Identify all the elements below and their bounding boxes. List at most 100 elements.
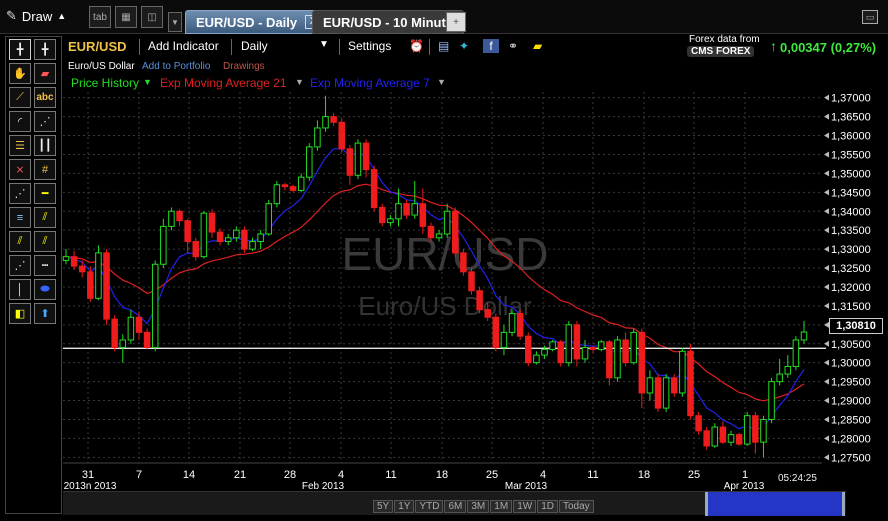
range-buttons: 5Y 1Y YTD 6M 3M 1M 1W 1D Today [373, 500, 594, 514]
range-button-1y[interactable]: 1Y [394, 500, 415, 513]
add-indicator-button[interactable]: Add Indicator [148, 39, 219, 53]
grid-layout-button[interactable]: ▦ [115, 6, 137, 28]
parallel-tool[interactable]: ⫽ [34, 207, 56, 228]
chevron-down-icon[interactable]: ▼ [319, 39, 329, 50]
watermark-symbol: EUR/USD [341, 228, 548, 280]
chevron-down-icon[interactable]: ▼ [437, 77, 446, 87]
new-tab-button[interactable]: + [446, 12, 466, 32]
candle-body [322, 116, 329, 129]
hand-icon: ✋ [13, 68, 27, 80]
range-button-3m[interactable]: 3M [467, 500, 490, 513]
legend-ema7[interactable]: Exp Moving Average 7 [310, 76, 430, 90]
ellipse-tool[interactable]: ⬬ [34, 279, 56, 300]
arc-icon: ◜ [17, 116, 23, 128]
settings-button[interactable]: Settings [348, 39, 391, 53]
candle-body [670, 377, 678, 394]
pan-tool[interactable]: ✋ [9, 63, 31, 84]
alarm-clock-icon[interactable]: ⏰ [409, 39, 424, 53]
range-button-1w[interactable]: 1W [513, 500, 537, 513]
binoculars-icon[interactable]: ⚭ [508, 39, 518, 53]
candle-body [443, 210, 451, 235]
fib-fan-tool[interactable]: ⋰ [34, 111, 56, 132]
gann-grid-tool[interactable]: # [34, 159, 56, 180]
crosshair-tool-alt[interactable]: ╋ [34, 39, 56, 60]
x-tick-label: 14 [183, 469, 195, 481]
time-navigator[interactable]: 5Y 1Y YTD 6M 3M 1M 1W 1D Today [63, 491, 846, 516]
tab-dropdown-button[interactable]: ▼ [168, 12, 182, 32]
note-icon[interactable]: ▰ [533, 39, 542, 53]
regression-tool[interactable]: ⫽ [34, 231, 56, 252]
symbol-title[interactable]: EUR/USD [68, 39, 127, 54]
candle-body [297, 176, 305, 191]
candle-body [257, 233, 264, 243]
drawings-link[interactable]: Drawings [223, 61, 265, 72]
candle-body [743, 415, 751, 445]
twitter-icon[interactable]: ✦ [459, 39, 469, 53]
candle-body [460, 252, 467, 273]
chevron-down-icon[interactable]: ▼ [295, 77, 304, 87]
add-to-portfolio-link[interactable]: Add to Portfolio [142, 61, 210, 72]
chevron-down-icon[interactable]: ▼ [143, 77, 152, 87]
tab-view-button[interactable]: tab [89, 6, 111, 28]
range-button-1d[interactable]: 1D [537, 500, 558, 513]
split-layout-button[interactable]: ◫ [141, 6, 163, 28]
candle-body [70, 256, 78, 267]
vertical-line-tool[interactable]: │ [9, 279, 31, 300]
candle-body [541, 348, 548, 356]
interval-select[interactable]: Daily [241, 39, 268, 53]
candle-body [289, 186, 297, 191]
draw-menu[interactable]: ✎ Draw ▲ [6, 8, 66, 24]
candle-body [630, 331, 637, 364]
chart-subheader: Euro/US Dollar Add to Portfolio Drawings [63, 60, 663, 74]
window-restore-button[interactable]: ▭ [862, 10, 878, 24]
fib-timezone-tool[interactable]: ┃┃ [34, 135, 56, 156]
x-tick-label: 18 [638, 469, 650, 481]
channel-tool[interactable]: ≡ [9, 207, 31, 228]
y-tick-label: 1,30000 [831, 358, 871, 370]
y-tick-label: 1,28500 [831, 414, 871, 426]
tick-marker [824, 397, 829, 404]
range-button-6m[interactable]: 6M [444, 500, 467, 513]
speedlines-icon: ⋰ [14, 188, 26, 200]
legend-ema21[interactable]: Exp Moving Average 21 [160, 76, 287, 90]
range-button-5y[interactable]: 5Y [373, 500, 394, 513]
navigator-handle[interactable] [705, 492, 845, 516]
tick-marker [824, 94, 829, 101]
horizontal-line-tool[interactable]: ━ [34, 183, 56, 204]
tab-eurusd-daily[interactable]: EUR/USD - Daily X [185, 10, 333, 34]
y-tick-label: 1,36000 [831, 131, 871, 143]
legend-price-history[interactable]: Price History [71, 76, 139, 90]
range-button-today[interactable]: Today [558, 500, 594, 513]
tab-eurusd-10min[interactable]: EUR/USD - 10 Minute [312, 10, 465, 34]
chevron-down-icon: ▼ [171, 17, 179, 27]
rectangle-tool[interactable]: ◧ [9, 303, 31, 324]
crosshair-tool[interactable]: ╋ [9, 39, 31, 60]
facebook-icon[interactable]: f [483, 39, 499, 53]
save-icon[interactable]: ▤ [438, 39, 449, 53]
tick-marker [824, 227, 829, 234]
dashed-lines-tool[interactable]: ┅ [34, 255, 56, 276]
range-button-1m[interactable]: 1M [490, 500, 513, 513]
candle-body [525, 335, 532, 364]
candle-body [573, 324, 581, 360]
arrow-tool[interactable]: ⬆ [34, 303, 56, 324]
candle-body [224, 237, 232, 243]
eraser-tool[interactable]: ▰ [34, 63, 56, 84]
fan-lines-tool[interactable]: ⋰ [9, 255, 31, 276]
candle-body [557, 341, 564, 364]
x-tick-label: 18 [436, 469, 448, 481]
trendline-tool[interactable]: ⟋ [9, 87, 31, 108]
andrews-pitchfork-tool[interactable]: ⫽ [9, 231, 31, 252]
text-tool[interactable]: abc [34, 87, 56, 108]
gann-fan-tool[interactable]: ⨯ [9, 159, 31, 180]
x-tick-label: 7 [136, 469, 142, 481]
y-tick-label: 1,34000 [831, 206, 871, 218]
range-button-ytd[interactable]: YTD [415, 500, 444, 513]
fib-retracement-tool[interactable]: ☰ [9, 135, 31, 156]
crosshair-icon: ╋ [41, 44, 49, 56]
fib-arc-tool[interactable]: ◜ [9, 111, 31, 132]
candle-body [549, 341, 556, 350]
speed-lines-tool[interactable]: ⋰ [9, 183, 31, 204]
candle-body [695, 415, 702, 432]
tick-marker [824, 435, 829, 442]
